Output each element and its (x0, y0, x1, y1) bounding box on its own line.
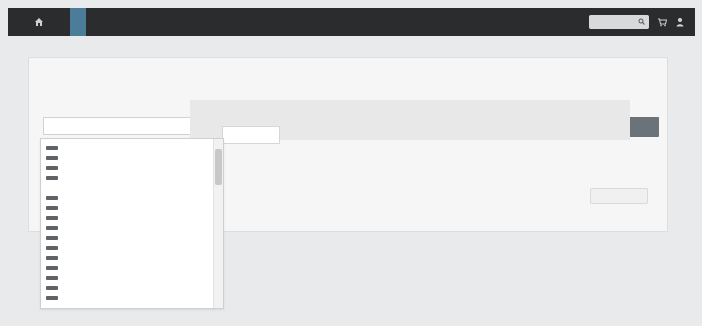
empty-swatch (46, 186, 58, 190)
size-color-swatch (46, 286, 58, 290)
dropdown-option[interactable] (41, 173, 213, 183)
size-color-swatch (46, 226, 58, 230)
user-icon[interactable] (675, 17, 685, 27)
dropdown-option[interactable] (41, 183, 213, 193)
search-icon (638, 18, 645, 27)
size-color-swatch (46, 246, 58, 250)
nav-item-5[interactable] (118, 8, 134, 36)
dropdown-option[interactable] (41, 213, 213, 223)
dropdown-option[interactable] (41, 263, 213, 273)
dropdown-option[interactable] (41, 273, 213, 283)
dropdown-option[interactable] (41, 153, 213, 163)
dropdown-option[interactable] (41, 143, 213, 153)
home-icon[interactable] (34, 17, 44, 27)
dropdown-option[interactable] (41, 253, 213, 263)
size-color-swatch (46, 206, 58, 210)
secondary-button[interactable] (590, 188, 648, 204)
size-color-swatch (46, 296, 58, 300)
dropdown-list (41, 139, 213, 308)
dropdown-scroll-thumb[interactable] (215, 149, 222, 185)
size-color-swatch (46, 166, 58, 170)
dropdown-option[interactable] (41, 203, 213, 213)
size-color-swatch (46, 276, 58, 280)
cart-icon[interactable] (657, 17, 668, 27)
topbar-actions (589, 15, 685, 29)
nav-item-6[interactable] (134, 8, 150, 36)
nav-item-3[interactable] (86, 8, 102, 36)
main-navigation (54, 8, 166, 36)
dropdown-scrollbar[interactable] (213, 139, 223, 308)
dropdown-option[interactable] (41, 193, 213, 203)
nav-item-4[interactable] (102, 8, 118, 36)
nav-item-2-active[interactable] (70, 8, 86, 36)
size-color-swatch (46, 196, 58, 200)
dropdown-option[interactable] (41, 283, 213, 293)
size-color-swatch (46, 156, 58, 160)
dropdown-option[interactable] (41, 223, 213, 233)
size-color-swatch (46, 146, 58, 150)
size-color-swatch (46, 216, 58, 220)
dropdown-option[interactable] (41, 233, 213, 243)
dropdown-option[interactable] (41, 163, 213, 173)
top-navigation-bar (8, 8, 695, 36)
search-input[interactable] (589, 15, 649, 29)
size-color-swatch (46, 176, 58, 180)
size-color-swatch (46, 266, 58, 270)
secondary-select[interactable] (222, 126, 280, 144)
dropdown-option[interactable] (41, 293, 213, 303)
size-color-swatch (46, 236, 58, 240)
nav-item-1[interactable] (54, 8, 70, 36)
nav-item-7[interactable] (150, 8, 166, 36)
dropdown-option[interactable] (41, 243, 213, 253)
width-dropdown[interactable] (40, 138, 224, 309)
size-color-swatch (46, 256, 58, 260)
